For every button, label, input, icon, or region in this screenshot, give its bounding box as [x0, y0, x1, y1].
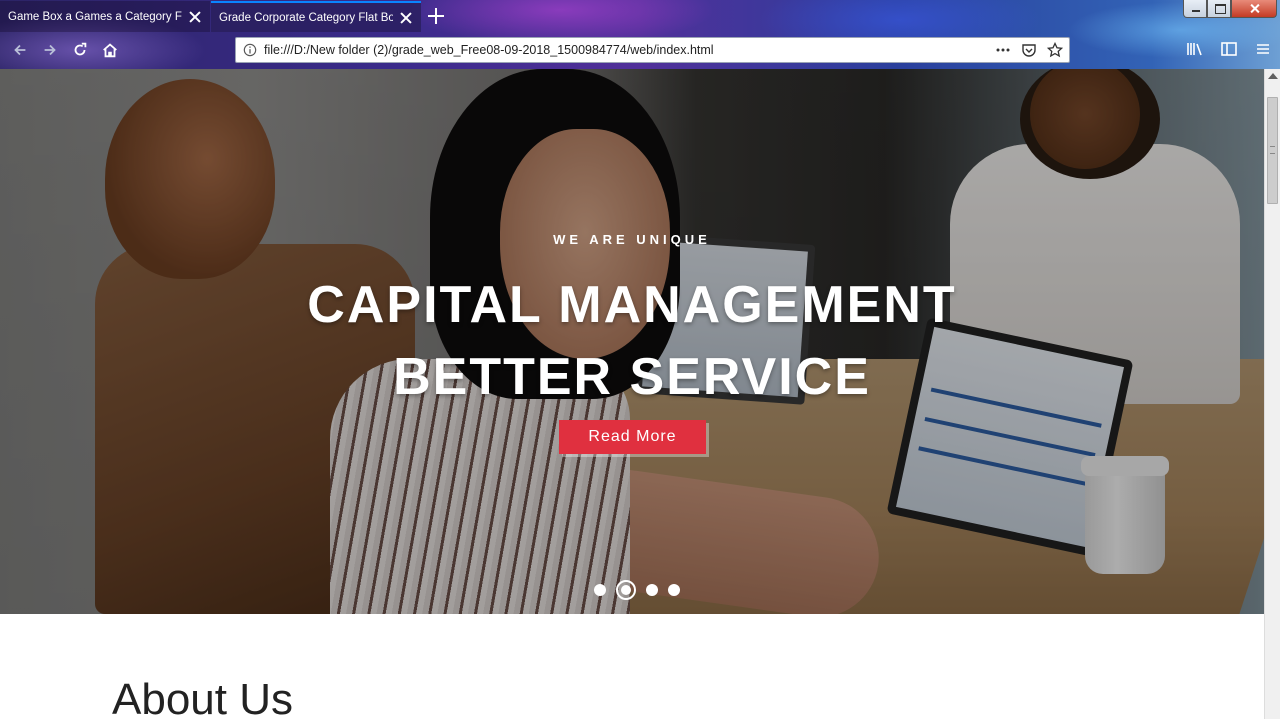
more-icon[interactable] — [995, 42, 1011, 58]
info-icon[interactable] — [236, 43, 264, 57]
page-viewport: WE ARE UNIQUE CAPITAL MANAGEMENT BETTER … — [0, 69, 1264, 719]
tab-grade-corporate[interactable]: Grade Corporate Category Flat Boo — [211, 1, 421, 32]
hero-content: WE ARE UNIQUE CAPITAL MANAGEMENT BETTER … — [0, 69, 1264, 614]
tab-title: Game Box a Games a Category Flat — [8, 10, 182, 23]
scrollbar-thumb[interactable] — [1267, 97, 1278, 204]
pocket-icon[interactable] — [1021, 42, 1037, 58]
menu-icon[interactable] — [1254, 40, 1272, 58]
carousel-dot-3[interactable] — [646, 584, 658, 596]
tab-title: Grade Corporate Category Flat Boo — [219, 11, 393, 24]
library-icon[interactable] — [1186, 40, 1204, 58]
bookmark-star-icon[interactable] — [1047, 42, 1063, 58]
scroll-up-arrow-icon[interactable] — [1268, 73, 1278, 79]
new-tab-icon[interactable] — [426, 6, 446, 26]
url-text[interactable]: file:///D:/New folder (2)/grade_web_Free… — [264, 43, 995, 57]
reload-icon[interactable] — [68, 38, 92, 62]
home-icon[interactable] — [98, 38, 122, 62]
page-scrollbar[interactable] — [1264, 69, 1280, 719]
carousel-dot-1[interactable] — [594, 584, 606, 596]
sidebar-icon[interactable] — [1220, 40, 1238, 58]
read-more-button[interactable]: Read More — [559, 420, 706, 454]
hero-eyebrow: WE ARE UNIQUE — [553, 232, 711, 247]
maximize-window-button[interactable] — [1207, 0, 1231, 18]
carousel-dot-4[interactable] — [668, 584, 680, 596]
hero-banner: WE ARE UNIQUE CAPITAL MANAGEMENT BETTER … — [0, 69, 1264, 614]
close-tab-icon[interactable] — [399, 11, 413, 25]
close-window-button[interactable] — [1231, 0, 1277, 18]
carousel-dot-2[interactable] — [616, 580, 636, 600]
hero-headline-line-2: BETTER SERVICE — [393, 348, 871, 406]
back-icon[interactable] — [8, 38, 32, 62]
hero-headline: CAPITAL MANAGEMENT BETTER SERVICE — [0, 269, 1264, 413]
close-tab-icon[interactable] — [188, 10, 202, 24]
hero-headline-line-1: CAPITAL MANAGEMENT — [307, 276, 957, 334]
carousel-pagination — [594, 580, 680, 600]
tab-bar: Game Box a Games a Category Flat Grade C… — [0, 0, 1280, 32]
address-bar[interactable]: file:///D:/New folder (2)/grade_web_Free… — [235, 37, 1070, 63]
about-us-heading: About Us — [112, 675, 293, 719]
browser-chrome: Game Box a Games a Category Flat Grade C… — [0, 0, 1280, 69]
forward-icon[interactable] — [38, 38, 62, 62]
minimize-window-button[interactable] — [1183, 0, 1207, 18]
tab-game-box[interactable]: Game Box a Games a Category Flat — [0, 1, 210, 32]
